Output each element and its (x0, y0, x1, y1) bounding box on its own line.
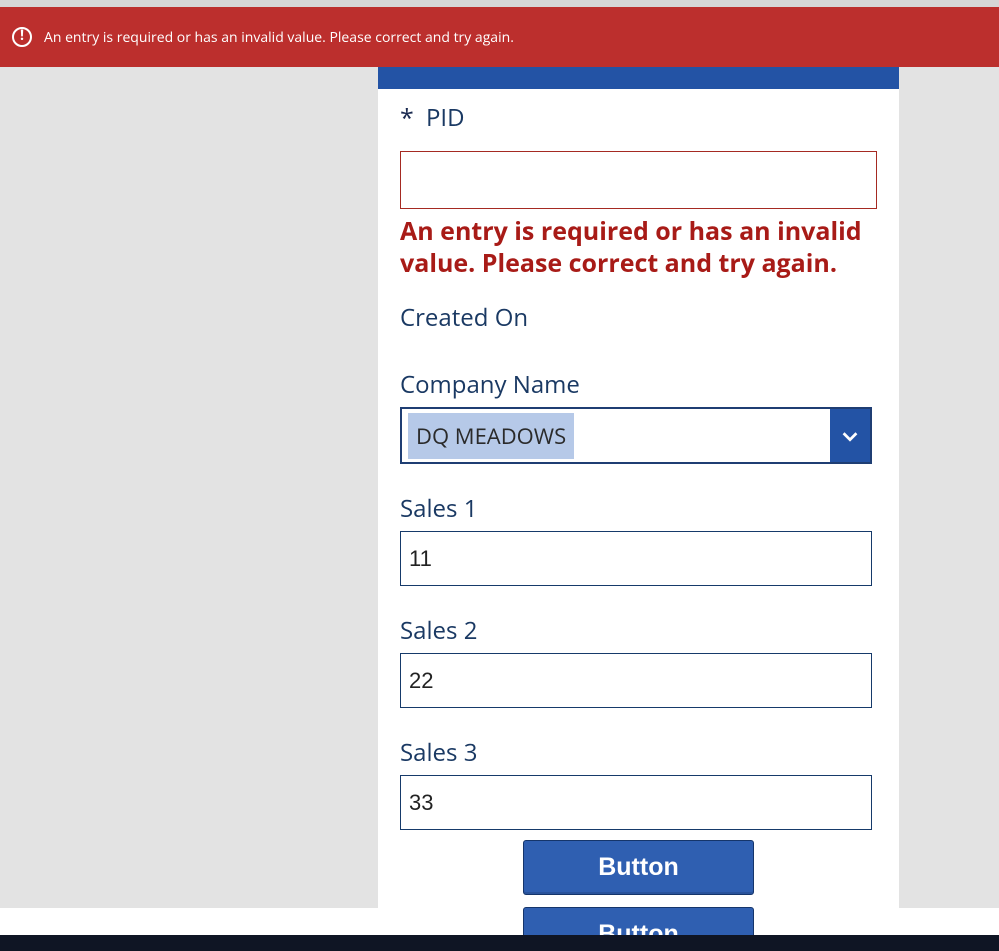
sales1-label: Sales 1 (400, 492, 877, 525)
pid-input[interactable] (400, 151, 877, 209)
sales2-label: Sales 2 (400, 614, 877, 647)
pid-label: PID (426, 101, 465, 134)
primary-button-1[interactable]: Button (523, 840, 754, 895)
content-background: * PID An entry is required or has an inv… (0, 67, 999, 908)
pid-label-row: * PID (400, 101, 877, 135)
warning-icon-glyph: ! (20, 29, 24, 43)
pid-error-message: An entry is required or has an invalid v… (400, 215, 877, 279)
company-select[interactable]: DQ MEADOWS (400, 407, 872, 464)
error-banner-text: An entry is required or has an invalid v… (44, 28, 514, 47)
window-bottom-strip (0, 935, 999, 951)
form-body: * PID An entry is required or has an inv… (378, 89, 899, 951)
sales3-label: Sales 3 (400, 736, 877, 769)
warning-icon: ! (12, 27, 32, 47)
created-on-label: Created On (400, 301, 877, 334)
sales3-input[interactable] (400, 775, 872, 830)
form-header-bar (378, 67, 899, 89)
form-card: * PID An entry is required or has an inv… (378, 67, 899, 908)
required-asterisk: * (400, 101, 414, 135)
error-banner: ! An entry is required or has an invalid… (0, 7, 999, 67)
chevron-down-icon[interactable] (830, 407, 872, 464)
sales1-input[interactable] (400, 531, 872, 586)
company-name-label: Company Name (400, 368, 877, 401)
company-selected-value: DQ MEADOWS (408, 413, 574, 459)
window-top-strip (0, 0, 999, 7)
sales2-input[interactable] (400, 653, 872, 708)
